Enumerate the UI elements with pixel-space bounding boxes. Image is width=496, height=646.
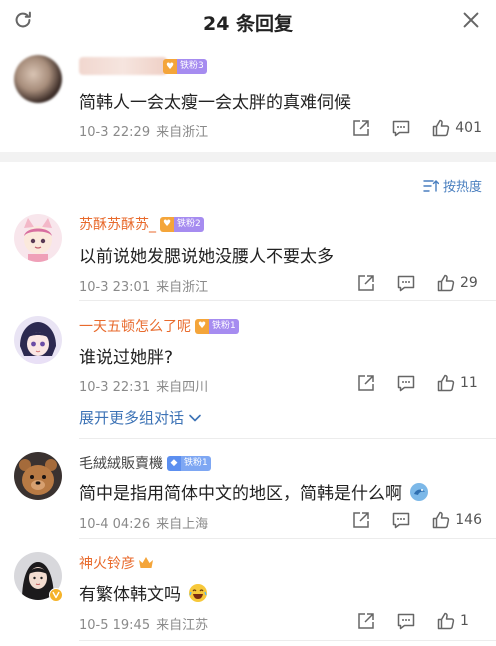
like-button[interactable]: 29 xyxy=(436,273,482,293)
fan-diamond-icon: ◆ xyxy=(167,455,181,471)
username[interactable]: 毛絨絨販賣機 xyxy=(79,453,163,473)
like-button[interactable]: 146 xyxy=(431,510,482,530)
comment-icon[interactable] xyxy=(396,273,416,293)
comment-text: 简中是指用简体中文的地区，简韩是什么啊 xyxy=(79,479,429,504)
username[interactable]: 一天五顿怎么了呢 xyxy=(79,316,191,336)
avatar[interactable] xyxy=(14,214,62,262)
fan-heart-icon: ♥ xyxy=(160,216,174,232)
verified-badge-icon xyxy=(49,588,63,602)
comment-text: 简韩人一会太瘦一会太胖的真难伺候 xyxy=(79,93,351,113)
top-bar: 24 条回复 xyxy=(0,0,496,44)
comment-text: 有繁体韩文吗 xyxy=(79,580,208,605)
comment-icon[interactable] xyxy=(396,611,416,631)
share-icon[interactable] xyxy=(356,373,376,393)
avatar[interactable] xyxy=(14,316,62,364)
share-icon[interactable] xyxy=(356,611,376,631)
thumbs-up-icon xyxy=(437,612,455,630)
share-icon[interactable] xyxy=(356,273,376,293)
comment-actions: 29 xyxy=(356,273,482,293)
comment-icon[interactable] xyxy=(391,510,411,530)
emoji-dolphin-icon xyxy=(410,483,429,501)
share-icon[interactable] xyxy=(351,510,371,530)
comment-text: 以前说她发腮说她没腰人不要太多 xyxy=(79,247,334,267)
username[interactable]: 苏酥苏酥苏_ xyxy=(79,214,156,234)
like-button[interactable]: 11 xyxy=(436,373,482,393)
comment-icon[interactable] xyxy=(391,118,411,138)
fan-heart-icon: ♥ xyxy=(195,318,209,334)
like-button[interactable]: 1 xyxy=(436,611,482,631)
username[interactable]: 神火铃彦 xyxy=(79,553,135,573)
expand-more-conversations-link[interactable]: 展开更多组对话 xyxy=(79,407,202,428)
fan-badge: ♥ 铁粉1 xyxy=(195,318,239,334)
share-icon[interactable] xyxy=(351,118,371,138)
comment-meta: 10-3 23:01 来自浙江 xyxy=(79,280,209,295)
thumbs-up-icon xyxy=(433,119,450,137)
thumbs-up-icon xyxy=(433,511,450,529)
emoji-laugh-icon xyxy=(189,584,208,602)
divider xyxy=(79,538,496,539)
comment-actions: 146 xyxy=(351,510,482,530)
comment-icon[interactable] xyxy=(396,373,416,393)
thumbs-up-icon xyxy=(437,274,455,292)
comment-meta: 10-3 22:29 来自浙江 xyxy=(79,125,209,140)
member-crown-icon xyxy=(139,557,153,568)
divider xyxy=(79,640,496,641)
fan-badge: ♥ 铁粉2 xyxy=(160,216,204,232)
like-button[interactable]: 401 xyxy=(431,118,482,138)
page-title: 24 条回复 xyxy=(202,13,294,35)
comment-meta: 10-5 19:45 来自江苏 xyxy=(79,618,209,633)
username-blurred[interactable] xyxy=(79,57,167,75)
comment-meta: 10-4 04:26 来自上海 xyxy=(79,517,209,532)
comment-text: 谁说过她胖? xyxy=(79,348,174,368)
divider xyxy=(79,438,496,439)
fan-badge: ◆ 铁粉1 xyxy=(167,455,211,471)
comment-actions: 1 xyxy=(356,611,482,631)
comment-actions: 401 xyxy=(351,118,482,138)
sort-icon xyxy=(423,179,439,192)
thumbs-up-icon xyxy=(437,374,455,392)
close-icon[interactable] xyxy=(460,9,482,31)
fan-badge: ♥ 铁粉3 xyxy=(163,59,207,74)
avatar[interactable] xyxy=(14,55,62,103)
section-separator xyxy=(0,152,496,162)
chevron-down-icon xyxy=(189,414,201,421)
comment-meta: 10-3 22:31 来自四川 xyxy=(79,380,209,395)
comment-actions: 11 xyxy=(356,373,482,393)
sort-by-hot-button[interactable]: 按热度 xyxy=(423,176,482,195)
fan-heart-icon: ♥ xyxy=(163,59,177,74)
avatar[interactable] xyxy=(14,452,62,500)
divider xyxy=(79,300,496,301)
